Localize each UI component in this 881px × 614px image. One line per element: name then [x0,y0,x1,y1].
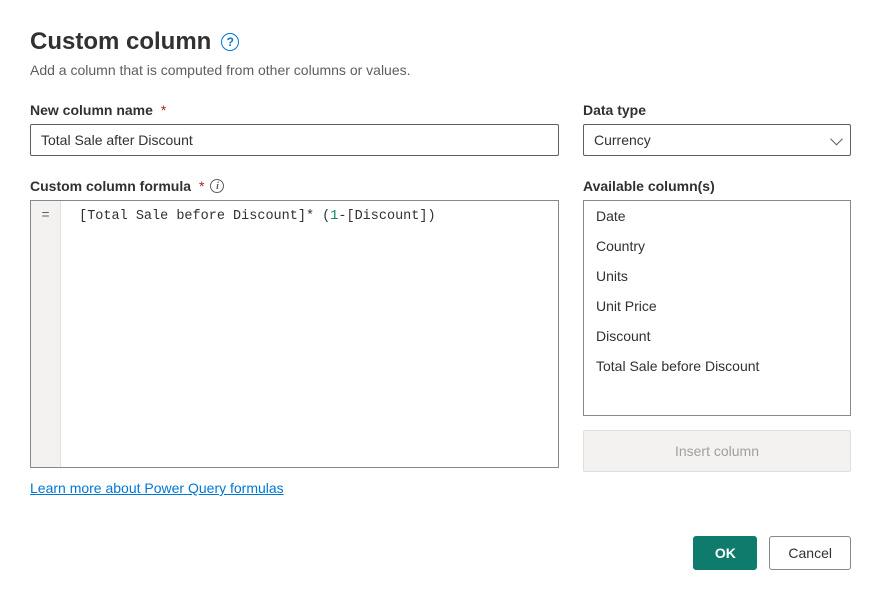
info-icon[interactable]: i [210,179,224,193]
label-text: Custom column formula [30,178,191,194]
label-text: Data type [583,102,646,118]
insert-column-button[interactable]: Insert column [583,430,851,472]
page-subtitle: Add a column that is computed from other… [30,62,851,78]
new-column-label: New column name * [30,102,559,118]
list-item[interactable]: Unit Price [584,291,850,321]
data-type-label: Data type [583,102,851,118]
label-text: Available column(s) [583,178,715,194]
formula-token: -[Discount]) [338,209,435,224]
formula-code[interactable]: [Total Sale before Discount]* (1-[Discou… [61,201,558,467]
list-item[interactable]: Date [584,201,850,231]
formula-token: * ( [306,209,330,224]
page-title: Custom column [30,28,211,56]
ok-button[interactable]: OK [693,536,757,570]
list-item[interactable]: Units [584,261,850,291]
formula-token: [Total Sale before Discount] [79,209,306,224]
new-column-input[interactable] [30,124,559,156]
available-columns-list: Date Country Units Unit Price Discount T… [583,200,851,416]
formula-gutter: = [31,201,61,467]
required-indicator: * [161,102,166,118]
select-value: Currency [594,132,651,148]
required-indicator: * [199,178,204,194]
help-icon[interactable]: ? [221,33,239,51]
list-item[interactable]: Country [584,231,850,261]
available-columns-label: Available column(s) [583,178,851,194]
data-type-select[interactable]: Currency [583,124,851,156]
learn-more-link[interactable]: Learn more about Power Query formulas [30,480,284,496]
formula-editor[interactable]: = [Total Sale before Discount]* (1-[Disc… [30,200,559,468]
formula-label: Custom column formula * i [30,178,559,194]
cancel-button[interactable]: Cancel [769,536,851,570]
list-item[interactable]: Total Sale before Discount [584,351,850,381]
label-text: New column name [30,102,153,118]
list-item[interactable]: Discount [584,321,850,351]
